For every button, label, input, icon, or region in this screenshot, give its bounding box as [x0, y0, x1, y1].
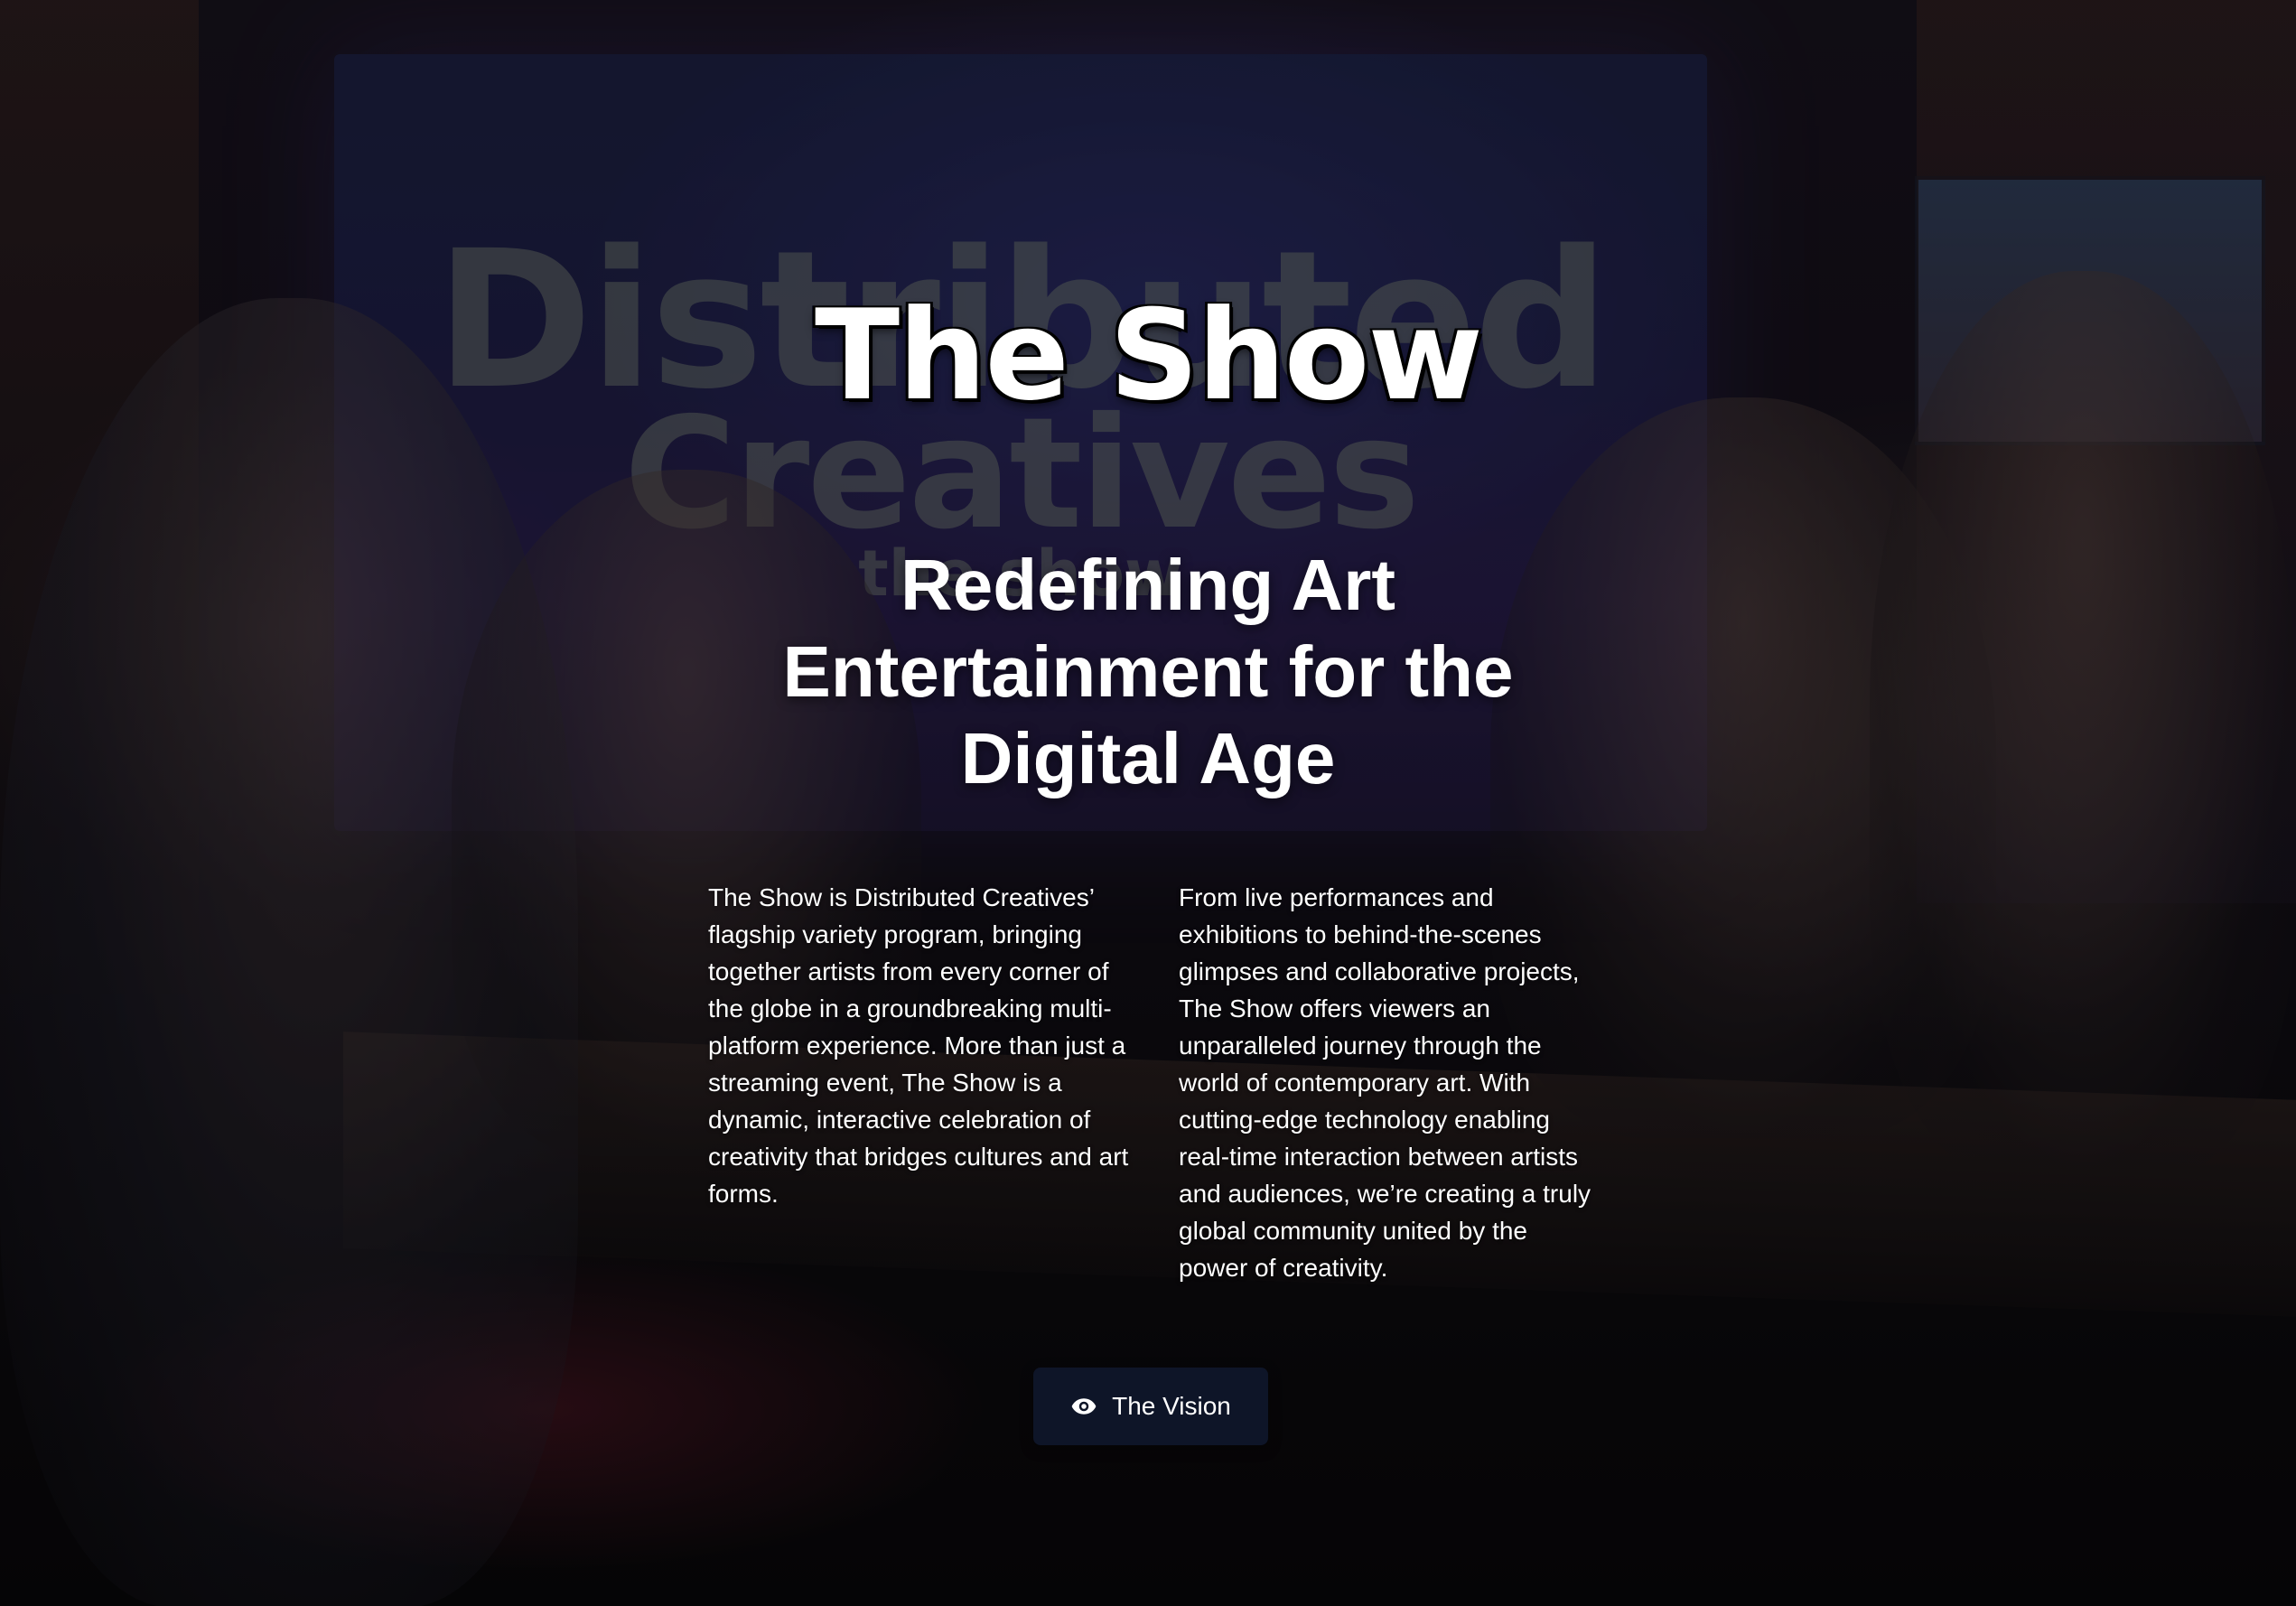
description-left: The Show is Distributed Creatives’ flags… — [708, 883, 1129, 1208]
the-vision-button[interactable]: The Vision — [1033, 1368, 1268, 1445]
page-title: The Show — [815, 283, 1483, 428]
the-vision-button-label: The Vision — [1112, 1392, 1231, 1420]
hero-content: The Show Redefining Art Entertainment fo… — [0, 0, 2296, 1606]
eye-icon — [1070, 1393, 1097, 1420]
page-subtitle: Redefining Art Entertainment for the Dig… — [782, 545, 1514, 798]
hero-section: Distributed Creatives the show The Show … — [0, 0, 2296, 1606]
description-right: From live performances and exhibitions t… — [1179, 883, 1591, 1282]
